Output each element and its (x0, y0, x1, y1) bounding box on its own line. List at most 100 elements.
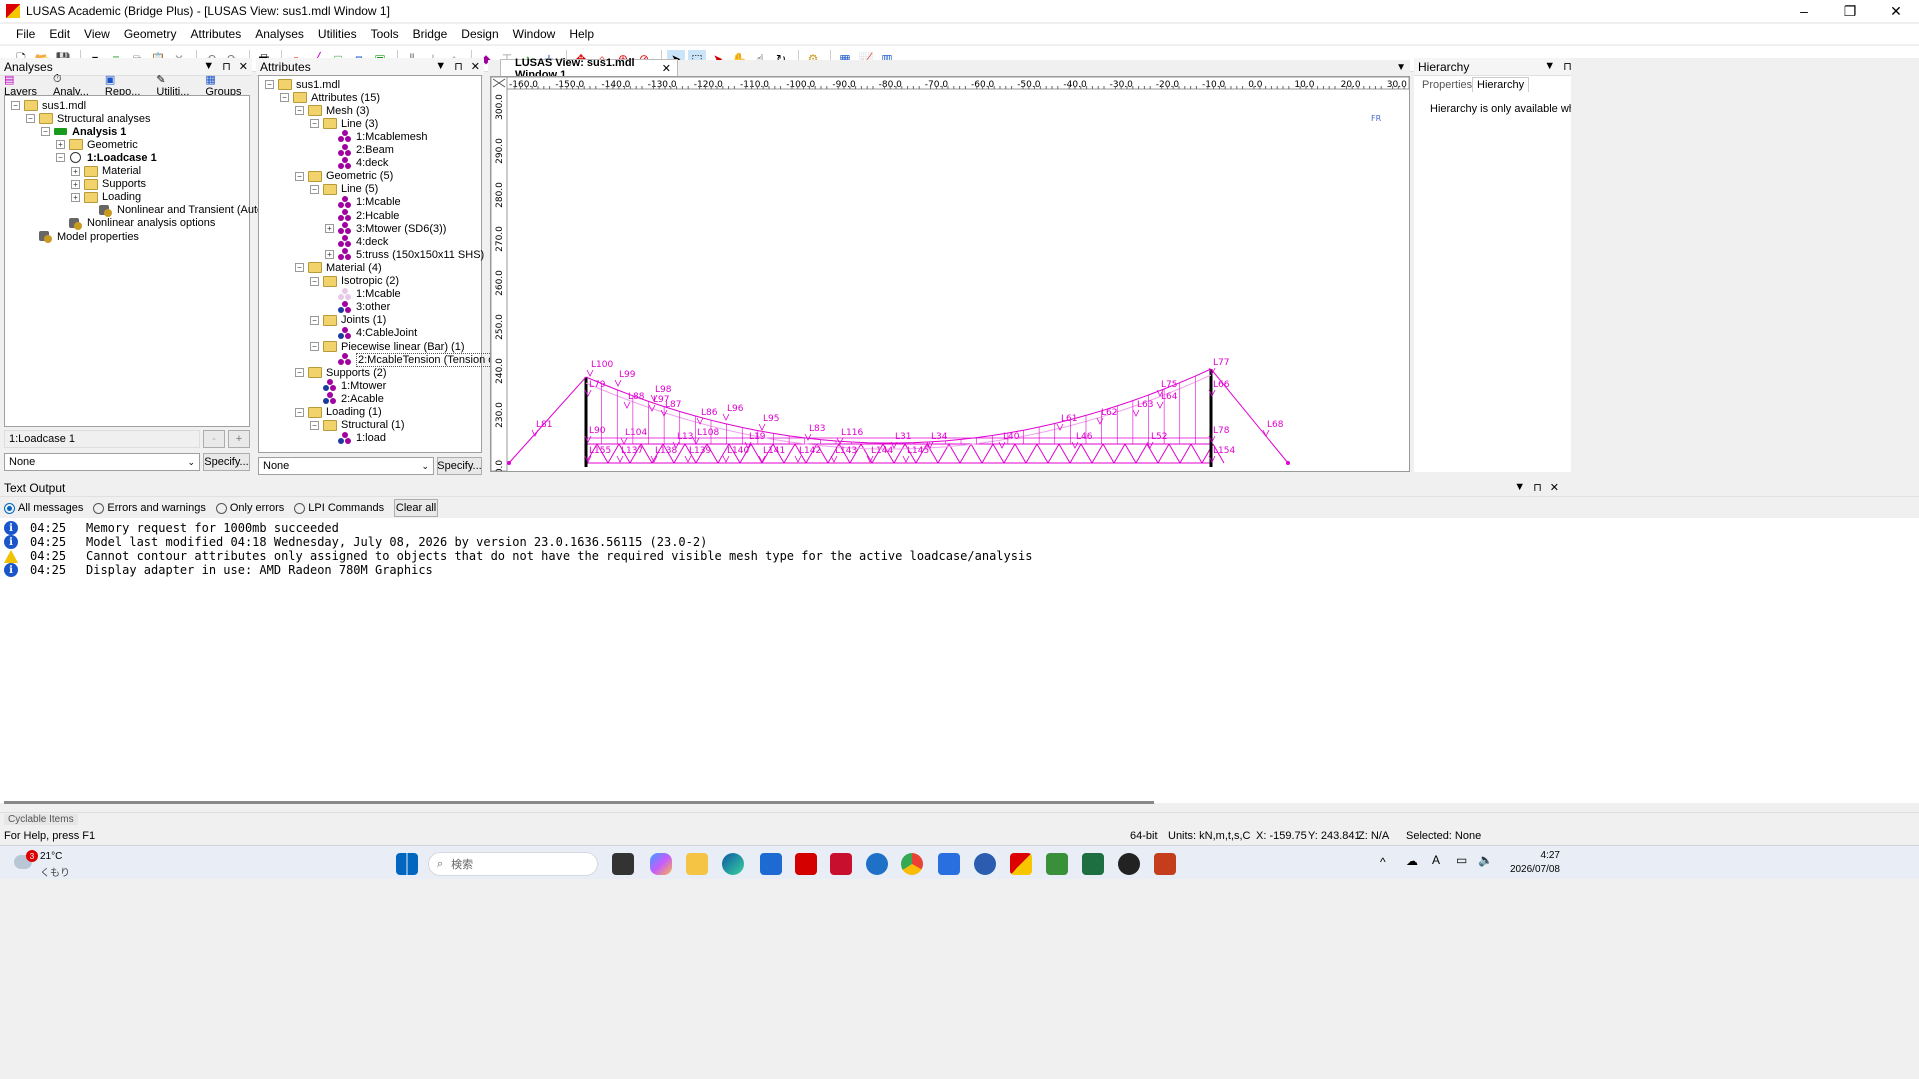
minus-button[interactable]: - (203, 430, 225, 448)
view-tab-close-icon[interactable]: ✕ (662, 62, 671, 75)
menu-tools[interactable]: Tools (371, 27, 399, 41)
collapse-icon[interactable]: − (295, 263, 304, 273)
tray-chevron-icon[interactable]: ^ (1380, 855, 1386, 869)
menu-window[interactable]: Window (513, 27, 556, 41)
panel-close-icon[interactable]: ✕ (1550, 481, 1559, 494)
onedrive-icon[interactable]: ☁ (1406, 854, 1418, 868)
network-icon[interactable]: ▭ (1456, 853, 1467, 867)
lusas-active-icon[interactable] (1010, 853, 1032, 875)
filter-all-messages[interactable]: All messages (4, 502, 83, 514)
analyses-filter-select[interactable]: None ⌄ (4, 453, 200, 471)
close-button[interactable]: ✕ (1873, 0, 1919, 22)
weather-desc[interactable]: くもり (40, 864, 70, 879)
menu-bridge[interactable]: Bridge (413, 27, 448, 41)
collapse-icon[interactable]: − (310, 342, 319, 351)
chatgpt-icon[interactable] (1118, 853, 1140, 875)
tab-hierarchy[interactable]: Hierarchy (1472, 77, 1530, 92)
filter-only-errors[interactable]: Only errors (215, 502, 284, 514)
expand-icon[interactable]: + (325, 250, 334, 260)
chrome-icon[interactable] (901, 853, 923, 875)
tab-utilities[interactable]: ✎ Utiliti... (156, 73, 197, 98)
collapse-icon[interactable]: − (310, 184, 319, 194)
tab-analyses[interactable]: ⏱ Analy... (53, 73, 97, 98)
app-c-icon[interactable] (974, 853, 996, 875)
collapse-icon[interactable]: − (310, 315, 319, 325)
weather-temp[interactable]: 21°C (40, 851, 62, 862)
model-view-canvas[interactable]: -160.0 -150.0 -140.0 -130.0 -120.0 -110.0 -100… (490, 76, 1410, 472)
chat-icon[interactable] (866, 853, 888, 875)
expand-icon[interactable]: + (325, 224, 334, 234)
edge-icon[interactable] (722, 853, 744, 875)
mcafee-icon[interactable] (830, 853, 852, 875)
menu-analyses[interactable]: Analyses (255, 27, 304, 41)
menu-geometry[interactable]: Geometry (124, 27, 177, 41)
copilot-icon[interactable] (650, 853, 672, 875)
menu-view[interactable]: View (84, 27, 110, 41)
tab-groups[interactable]: ▦ Groups (205, 73, 249, 98)
maximize-button[interactable]: ❐ (1827, 0, 1873, 22)
menu-utilities[interactable]: Utilities (318, 27, 357, 41)
store-icon[interactable] (760, 853, 782, 875)
collapse-icon[interactable]: − (265, 80, 274, 89)
panel-dropdown-icon[interactable]: ▼ (435, 60, 446, 73)
collapse-icon[interactable]: − (310, 276, 319, 286)
expand-icon[interactable]: + (71, 179, 80, 189)
collapse-icon[interactable]: − (11, 101, 20, 110)
panel-dropdown-icon[interactable]: ▼ (1514, 481, 1525, 494)
tree-node[interactable]: Model properties (26, 229, 139, 244)
expand-icon[interactable]: + (56, 140, 65, 150)
tab-properties[interactable]: Properties (1422, 79, 1472, 91)
clear-all-button[interactable]: Clear all (394, 499, 439, 517)
view-tab[interactable]: LUSAS View: sus1.mdl Window 1 ✕ (500, 57, 678, 81)
powerpoint-icon[interactable] (1154, 853, 1176, 875)
model-view-svg[interactable]: -160.0 -150.0 -140.0 -130.0 -120.0 -110.0 -100… (491, 77, 1409, 471)
filter-errors-warnings[interactable]: Errors and warnings (93, 502, 206, 514)
attributes-specify-button[interactable]: Specify... (437, 457, 482, 475)
clock-date[interactable]: 2026/07/08 (1490, 864, 1560, 875)
menu-help[interactable]: Help (569, 27, 594, 41)
plus-button[interactable]: + (228, 430, 250, 448)
collapse-icon[interactable]: − (310, 119, 319, 129)
task-view-icon[interactable] (612, 853, 634, 875)
menu-design[interactable]: Design (461, 27, 498, 41)
collapse-icon[interactable]: − (295, 106, 304, 116)
file-explorer-icon[interactable] (686, 853, 708, 875)
menu-file[interactable]: File (16, 27, 35, 41)
tab-layers[interactable]: ▤ Layers (4, 73, 45, 98)
panel-close-icon[interactable]: ✕ (471, 60, 480, 73)
expand-icon[interactable]: + (71, 192, 80, 202)
collapse-icon[interactable]: − (280, 93, 289, 103)
pin-icon[interactable]: ⊓ (454, 60, 463, 73)
panel-close-icon[interactable]: ✕ (239, 60, 248, 73)
lusas-taskbar-icon[interactable] (795, 853, 817, 875)
collapse-icon[interactable]: − (310, 420, 319, 430)
collapse-icon[interactable]: − (295, 407, 304, 417)
panel-dropdown-icon[interactable]: ▼ (203, 60, 214, 73)
view-tabs-dropdown-icon[interactable]: ▼ (1396, 62, 1406, 73)
filter-lpi-commands[interactable]: LPI Commands (294, 502, 384, 514)
expand-icon[interactable]: + (71, 166, 80, 176)
app-tools-icon[interactable] (1046, 853, 1068, 875)
analyses-specify-button[interactable]: Specify... (203, 453, 250, 471)
taskbar-search[interactable]: ⌕ 検索 (428, 852, 598, 876)
ime-icon[interactable]: A (1432, 853, 1440, 867)
collapse-icon[interactable]: − (295, 368, 304, 378)
attributes-filter-select[interactable]: None ⌄ (258, 457, 434, 475)
collapse-icon[interactable]: − (56, 153, 65, 163)
clock-time[interactable]: 4:27 (1500, 850, 1560, 861)
tab-reports[interactable]: ▣ Repo... (105, 73, 148, 98)
menu-attributes[interactable]: Attributes (191, 27, 242, 41)
app-a-icon[interactable] (938, 853, 960, 875)
pin-icon[interactable]: ⊓ (222, 60, 231, 73)
collapse-icon[interactable]: − (295, 171, 304, 181)
panel-dropdown-icon[interactable]: ▼ (1544, 60, 1555, 73)
collapse-icon[interactable]: − (26, 114, 35, 124)
tree-node[interactable]: 1:load (325, 431, 386, 446)
minimize-button[interactable]: – (1781, 0, 1827, 22)
menu-edit[interactable]: Edit (49, 27, 70, 41)
collapse-icon[interactable]: − (41, 127, 50, 137)
pin-icon[interactable]: ⊓ (1533, 481, 1542, 494)
start-menu-icon[interactable] (396, 853, 418, 875)
horizontal-scrollbar[interactable] (4, 801, 1154, 804)
excel-icon[interactable] (1082, 853, 1104, 875)
